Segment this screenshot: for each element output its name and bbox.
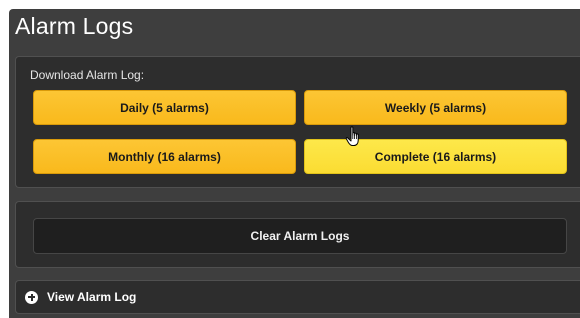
download-daily-button[interactable]: Daily (5 alarms) [33,90,296,125]
plus-circle-icon [25,290,38,304]
alarm-logs-panel: Alarm Logs Download Alarm Log: Daily (5 … [9,9,580,318]
download-alarm-log-label: Download Alarm Log: [30,68,145,82]
view-alarm-log-toggle[interactable]: View Alarm Log [25,281,136,313]
download-alarm-log-section: Download Alarm Log: Daily (5 alarms) Wee… [15,56,580,188]
view-alarm-log-label: View Alarm Log [47,290,137,304]
page-title: Alarm Logs [15,13,134,39]
download-monthly-button[interactable]: Monthly (16 alarms) [33,139,296,174]
view-alarm-log-section: View Alarm Log [15,280,580,314]
clear-alarm-logs-button[interactable]: Clear Alarm Logs [33,218,567,254]
download-complete-button[interactable]: Complete (16 alarms) [304,139,567,174]
clear-alarm-logs-section: Clear Alarm Logs [15,201,580,268]
download-weekly-button[interactable]: Weekly (5 alarms) [304,90,567,125]
hand-pointer-icon [345,126,359,146]
